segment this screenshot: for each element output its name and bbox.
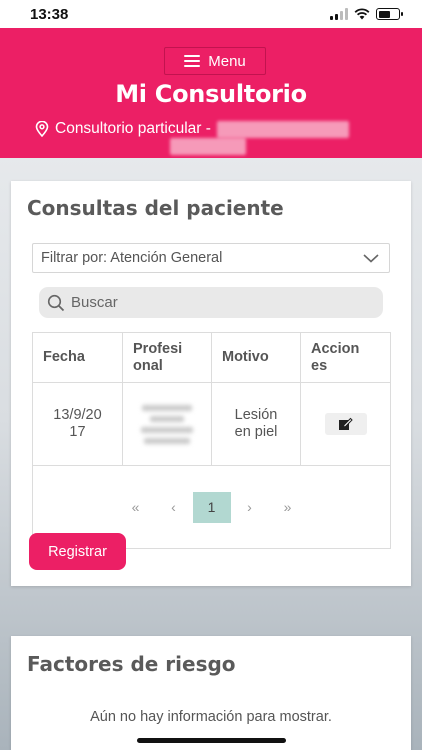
menu-button[interactable]: Menu [164,47,266,75]
consultas-card: Consultas del paciente Filtrar por: Aten… [11,181,411,586]
consultas-title: Consultas del paciente [27,196,284,220]
empty-message: Aún no hay información para mostrar. [90,709,332,725]
column-header-profesional[interactable]: Profesi onal [122,332,212,383]
filter-select[interactable]: Filtrar por: Atención General [32,243,390,273]
page-prev-button[interactable]: ‹ [155,492,193,523]
search-input[interactable] [71,294,371,311]
page-last-button[interactable]: » [269,492,307,523]
column-header-motivo[interactable]: Motivo [211,332,301,383]
status-time: 13:38 [30,5,69,23]
factores-card: Factores de riesgo Aún no hay informació… [11,636,411,750]
app-title: Mi Consultorio [115,80,307,108]
page-next-button[interactable]: › [231,492,269,523]
cell-motivo: Lesión en piel [211,382,301,466]
edit-icon [339,417,353,430]
cell-profesional-redacted [122,382,212,466]
registrar-button[interactable]: Registrar [29,533,126,570]
filter-value: Filtrar por: Atención General [41,250,223,266]
status-bar: 13:38 [0,0,422,28]
battery-icon [376,8,403,20]
chevron-down-icon [363,253,379,263]
app-header: Menu Mi Consultorio Consultorio particul… [0,28,422,158]
column-header-fecha[interactable]: Fecha [32,332,123,383]
home-indicator[interactable] [137,738,286,743]
factores-title: Factores de riesgo [27,652,236,676]
column-header-acciones: Accion es [300,332,391,383]
location-pin-icon [35,121,49,137]
status-icons [330,8,403,20]
consultorio-name-redacted [216,120,349,138]
signal-icon [330,8,348,20]
consultorio-label: Consultorio particular - [55,120,211,137]
table-row[interactable]: 13/9/20 17 Lesión en piel [32,382,391,466]
cell-acciones [300,382,391,466]
hamburger-icon [184,55,201,67]
wifi-icon [354,8,370,20]
consultorio-selector: Consultorio particular - [35,120,349,138]
search-icon [47,294,65,311]
pagination: « ‹ 1 › » [39,491,384,523]
edit-button[interactable] [324,412,367,435]
menu-label: Menu [208,52,246,70]
page-first-button[interactable]: « [117,492,155,523]
cell-fecha: 13/9/20 17 [32,382,123,466]
search-box [39,287,383,318]
table-header-row: Fecha Profesi onal Motivo Accion es [32,332,391,383]
page-current-button[interactable]: 1 [192,491,231,523]
consultas-table: Fecha Profesi onal Motivo Accion es 13/9/2… [32,332,391,549]
consultorio-name-redacted-2 [170,138,246,155]
